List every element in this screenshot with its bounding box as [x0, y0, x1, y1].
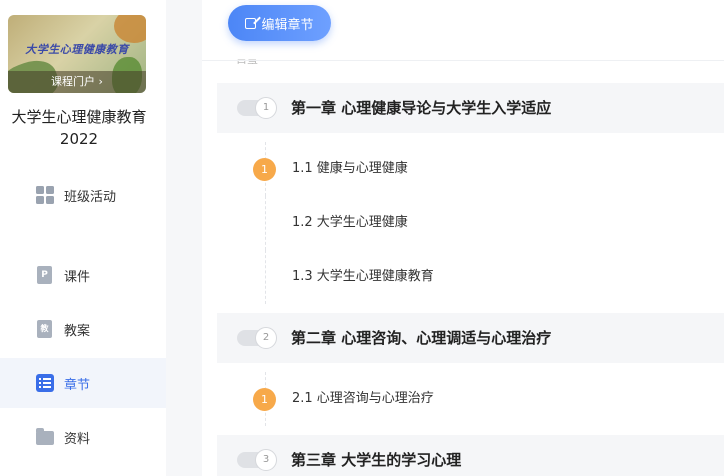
- section-badge: 1: [253, 158, 276, 181]
- nav-item-courseware[interactable]: P 课件: [0, 250, 166, 300]
- folder-icon: [36, 428, 54, 445]
- edit-chapters-button[interactable]: 编辑章节: [228, 5, 331, 41]
- timeline-line: [265, 196, 266, 250]
- edit-chapters-label: 编辑章节: [261, 17, 314, 33]
- course-name: 大学生心理健康教育2022: [11, 108, 147, 148]
- nav-item-class-activity[interactable]: 班级活动: [0, 170, 166, 220]
- section-title: 1.2 大学生心理健康: [292, 215, 408, 230]
- section-row[interactable]: 1 2.1 心理咨询与心理治疗: [217, 372, 724, 426]
- grid-icon: [36, 186, 54, 204]
- nav-label: 教案: [64, 323, 91, 339]
- sidebar-divider: [166, 0, 202, 476]
- section-title: 1.3 大学生心理健康教育: [292, 269, 434, 284]
- sidebar: 大学生心理健康教育 课程门户 › 大学生心理健康教育2022 班级活动 P 课件…: [0, 0, 166, 476]
- timeline-line: [265, 250, 266, 304]
- cover-decoration: [114, 15, 146, 43]
- chapter-title: 第一章 心理健康导论与大学生入学适应: [291, 99, 552, 117]
- chapter-row[interactable]: 1 第一章 心理健康导论与大学生入学适应: [217, 83, 724, 133]
- chapter-toggle[interactable]: 1: [237, 97, 277, 119]
- nav-item-materials[interactable]: 资料: [0, 412, 166, 462]
- nav-label: 班级活动: [64, 189, 117, 205]
- section-row[interactable]: 1 1.1 健康与心理健康: [217, 142, 724, 196]
- list-icon: [36, 374, 54, 392]
- section-title: 2.1 心理咨询与心理治疗: [292, 391, 434, 406]
- chapter-toggle[interactable]: 3: [237, 449, 277, 471]
- nav-label: 课件: [64, 269, 91, 285]
- nav-label: 章节: [64, 377, 91, 393]
- chapter-title: 第三章 大学生的学习心理: [291, 451, 462, 469]
- chapter-title: 第二章 心理咨询、心理调适与心理治疗: [291, 329, 552, 347]
- chapter-number: 3: [255, 449, 277, 471]
- chapter-toggle[interactable]: 2: [237, 327, 277, 349]
- divider: [202, 60, 724, 61]
- section-title: 1.1 健康与心理健康: [292, 161, 408, 176]
- ppt-doc-icon: P: [37, 266, 52, 284]
- edit-icon: [245, 17, 257, 29]
- chapter-panel: 编辑章节 目录 1 第一章 心理健康导论与大学生入学适应 1 1.1 健康与心理…: [202, 0, 724, 476]
- chapter-number: 1: [255, 97, 277, 119]
- chapter-row[interactable]: 3 第三章 大学生的学习心理: [217, 435, 724, 476]
- chapter-number: 2: [255, 327, 277, 349]
- lesson-doc-icon: 教: [37, 320, 52, 338]
- course-cover[interactable]: 大学生心理健康教育 课程门户 ›: [8, 15, 146, 93]
- cover-title: 大学生心理健康教育: [25, 43, 129, 56]
- section-badge: 1: [253, 388, 276, 411]
- course-portal-link[interactable]: 课程门户 ›: [8, 71, 146, 93]
- chapter-row[interactable]: 2 第二章 心理咨询、心理调适与心理治疗: [217, 313, 724, 363]
- nav-item-chapters[interactable]: 章节: [0, 358, 166, 408]
- nav-item-lesson-plan[interactable]: 教 教案: [0, 304, 166, 354]
- nav-label: 资料: [64, 431, 91, 447]
- section-row[interactable]: 1.2 大学生心理健康: [217, 196, 724, 250]
- section-row[interactable]: 1.3 大学生心理健康教育: [217, 250, 724, 304]
